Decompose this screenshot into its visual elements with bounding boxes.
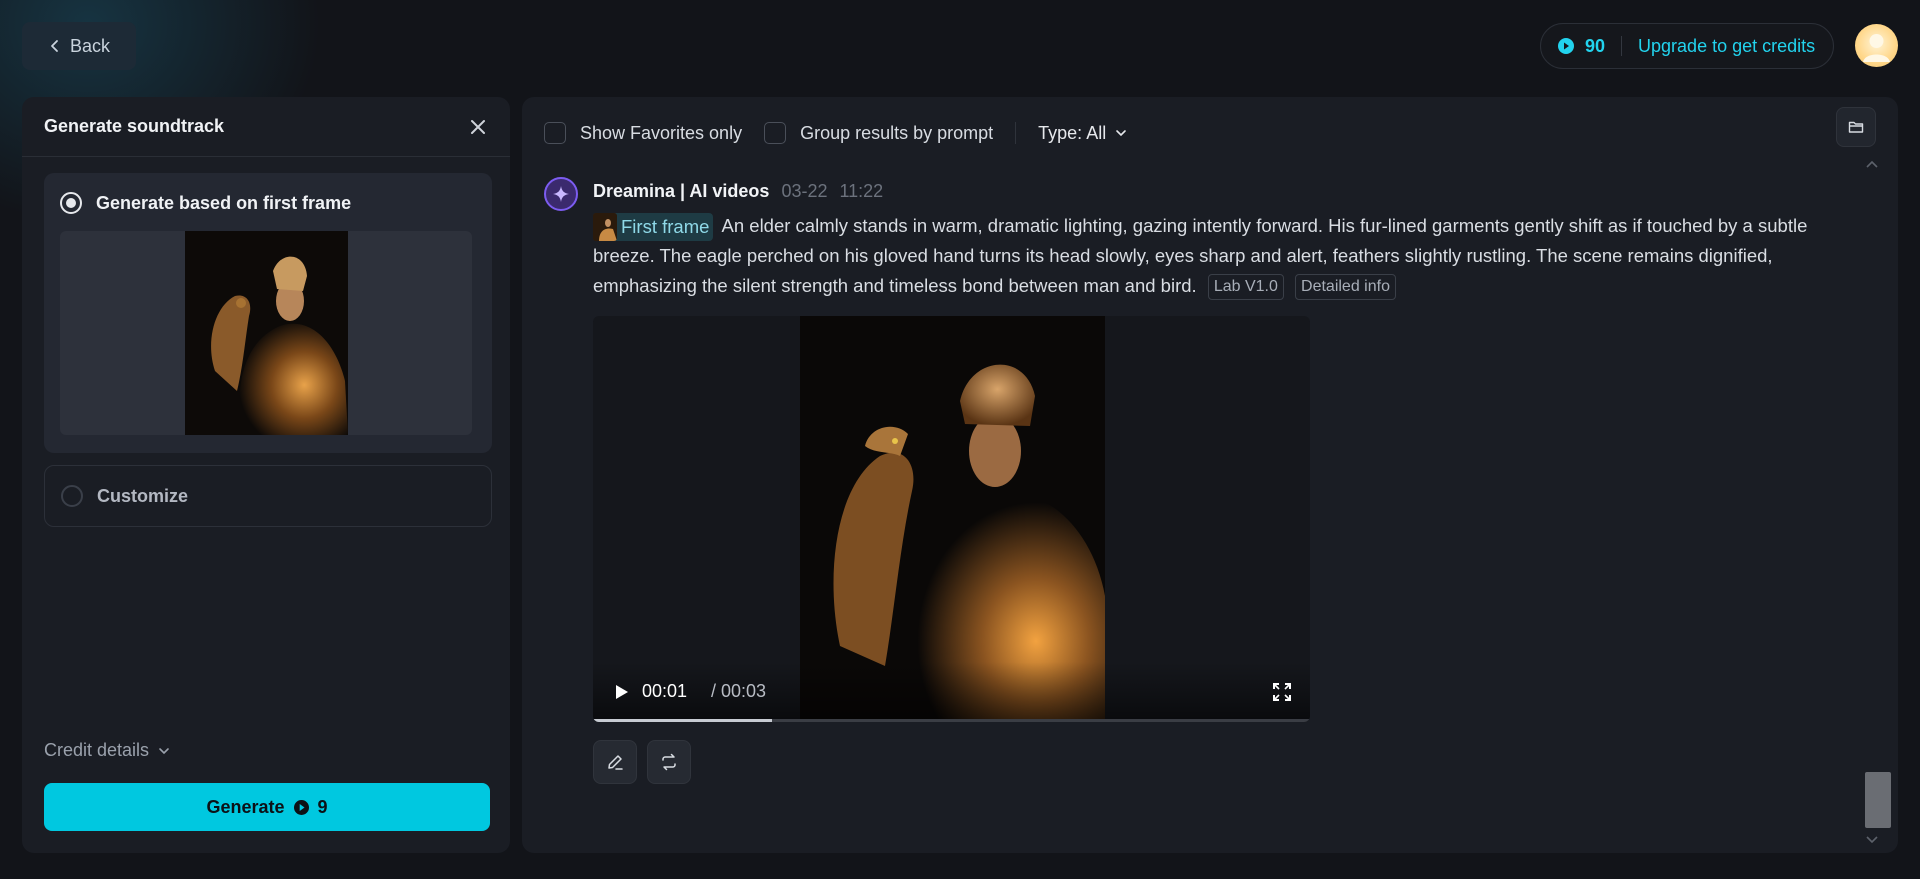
- close-icon[interactable]: [468, 117, 488, 137]
- divider: [1621, 36, 1623, 56]
- type-filter-label: Type: All: [1038, 122, 1107, 143]
- chevron-down-icon: [159, 747, 169, 754]
- generate-button[interactable]: Generate 9: [44, 783, 490, 831]
- coin-icon: [1558, 38, 1574, 54]
- prompt-text-block: First frame An elder calmly stands in wa…: [593, 211, 1843, 301]
- video-controls: 00:01 / 00:03: [593, 662, 1310, 722]
- prompt-text: An elder calmly stands in warm, dramatic…: [593, 215, 1808, 297]
- total-time: / 00:03: [711, 681, 767, 701]
- sparkle-icon: [553, 186, 569, 202]
- folder-icon: [1848, 121, 1864, 133]
- soundtrack-panel: Generate soundtrack Generate based on fi…: [22, 97, 510, 853]
- scroll-up-icon[interactable]: [1864, 157, 1880, 173]
- option-first-frame[interactable]: Generate based on first frame: [44, 173, 492, 453]
- avatar[interactable]: [1855, 24, 1898, 67]
- favorites-label: Show Favorites only: [580, 122, 743, 143]
- play-icon[interactable]: [611, 682, 631, 702]
- folder-button[interactable]: [1836, 107, 1876, 147]
- video-progress-fill: [593, 719, 773, 722]
- regenerate-icon: [662, 753, 676, 771]
- upgrade-link[interactable]: Upgrade to get credits: [1638, 36, 1815, 57]
- scrollbar-thumb[interactable]: [1865, 772, 1891, 828]
- video-progress-track[interactable]: [593, 719, 1310, 722]
- first-frame-mini-thumbnail: [593, 213, 617, 242]
- group-checkbox[interactable]: [764, 122, 787, 144]
- post-header: Dreamina | AI videos 03-22 11:22: [593, 181, 883, 202]
- first-frame-preview: [60, 231, 472, 435]
- radio-customize[interactable]: [61, 485, 83, 507]
- credits-count: 90: [1585, 35, 1606, 56]
- current-time: 00:01: [642, 681, 688, 701]
- fullscreen-icon[interactable]: [1272, 682, 1292, 702]
- favorites-checkbox[interactable]: [544, 122, 566, 144]
- post-time: 11:22: [839, 181, 884, 201]
- model-tag: Lab V1.0: [1207, 274, 1284, 301]
- first-frame-chip[interactable]: First frame: [593, 213, 714, 242]
- coin-icon: [293, 799, 309, 815]
- panel-title: Generate soundtrack: [44, 116, 225, 136]
- video-player[interactable]: 00:01 / 00:03: [593, 316, 1310, 722]
- type-filter-dropdown[interactable]: Type: All: [1038, 123, 1128, 144]
- generate-label: Generate: [206, 796, 285, 817]
- back-button[interactable]: Back: [22, 22, 136, 70]
- edit-icon: [608, 755, 623, 770]
- toolbar-divider: [1015, 122, 1017, 144]
- back-label: Back: [69, 35, 111, 56]
- edit-button[interactable]: [593, 740, 637, 784]
- first-frame-chip-label: First frame: [621, 216, 710, 238]
- dreamina-logo: [544, 177, 578, 211]
- credit-details-label: Credit details: [44, 740, 150, 760]
- results-toolbar: Show Favorites only Group results by pro…: [544, 117, 1128, 149]
- credit-details-toggle[interactable]: Credit details: [44, 740, 171, 761]
- panel-header: Generate soundtrack: [22, 97, 510, 157]
- first-frame-thumbnail: [185, 231, 348, 435]
- option-customize[interactable]: Customize: [44, 465, 492, 527]
- group-label: Group results by prompt: [800, 122, 994, 143]
- user-icon: [1863, 34, 1890, 62]
- regenerate-button[interactable]: [647, 740, 691, 784]
- chevron-left-icon: [51, 40, 58, 52]
- option-first-frame-label: Generate based on first frame: [96, 192, 352, 213]
- credits-pill: 90 Upgrade to get credits: [1540, 23, 1834, 69]
- chevron-down-icon: [1116, 130, 1127, 137]
- detailed-info-tag[interactable]: Detailed info: [1295, 274, 1396, 301]
- results-panel: Show Favorites only Group results by pro…: [522, 97, 1898, 853]
- post-author: Dreamina | AI videos: [593, 181, 770, 201]
- option-customize-label: Customize: [97, 485, 189, 506]
- post-date: 03-22: [781, 181, 828, 201]
- generate-cost: 9: [317, 796, 328, 817]
- scroll-down-icon[interactable]: [1864, 831, 1880, 847]
- radio-first-frame[interactable]: [60, 192, 82, 214]
